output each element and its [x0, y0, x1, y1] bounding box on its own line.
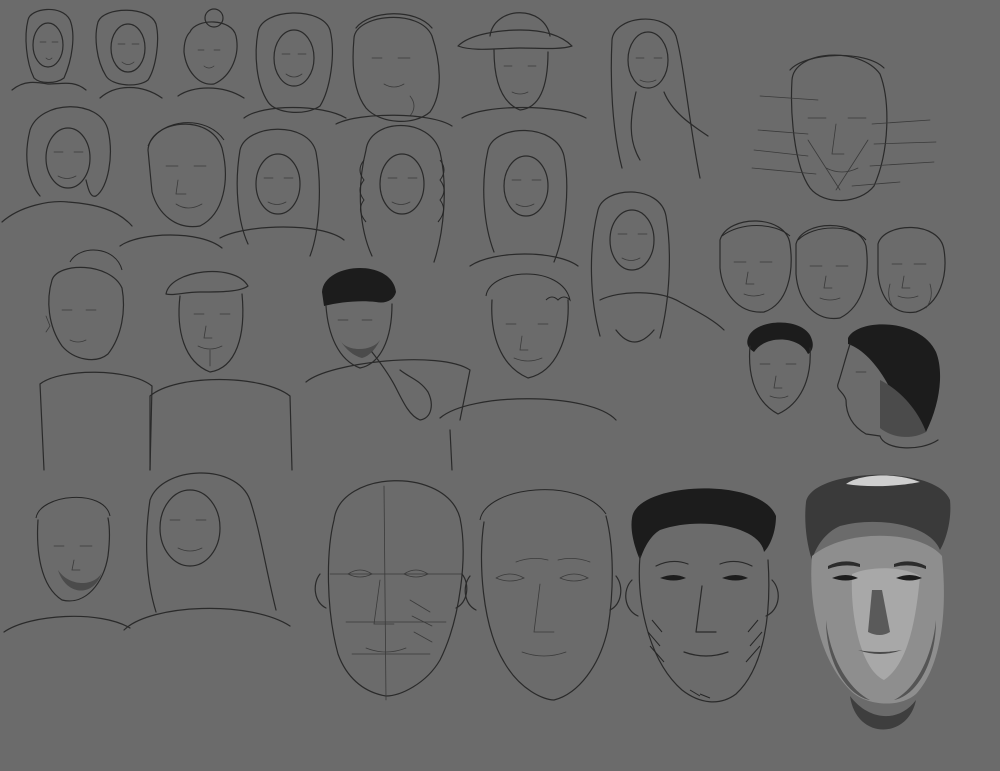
portrait-woman-3 [243, 12, 347, 119]
head-painted-greyscale [805, 474, 951, 730]
portrait-man-curly-hair [439, 273, 617, 471]
portrait-woman-side-braid [590, 191, 725, 343]
portrait-woman-bob [1, 106, 133, 227]
portrait-man-flat-cap [149, 271, 293, 471]
portrait-woman-long-hair [610, 18, 709, 179]
portrait-studies-artwork [1, 8, 951, 730]
head-male-small-front [747, 322, 813, 415]
portrait-woman-ponytail [469, 129, 579, 267]
portrait-woman-4 [219, 128, 345, 257]
portrait-woman-2 [95, 9, 163, 99]
portrait-woman-bun [177, 8, 245, 99]
portrait-man-smiling [119, 122, 226, 249]
head-ink-hatched [625, 488, 779, 703]
portrait-woman-curly [359, 124, 445, 263]
anatomy-notes-head [751, 54, 937, 202]
head-male-profile-shaded [837, 324, 941, 449]
portrait-woman-1 [11, 8, 87, 91]
portrait-man-cowboy-hat [457, 12, 587, 119]
portrait-man-beard [3, 496, 131, 633]
portrait-man-mohawk [39, 249, 153, 471]
sketch-sheet [0, 0, 1000, 771]
head-line-sketch [464, 489, 622, 701]
head-male-1 [719, 220, 792, 313]
head-construction-sketch [314, 480, 468, 701]
head-male-older [877, 226, 946, 314]
head-male-2 [795, 225, 868, 319]
portrait-man-beanie-gesture [305, 267, 471, 421]
portrait-woman-long-straight [123, 472, 291, 631]
portrait-man-heavy [335, 13, 453, 127]
